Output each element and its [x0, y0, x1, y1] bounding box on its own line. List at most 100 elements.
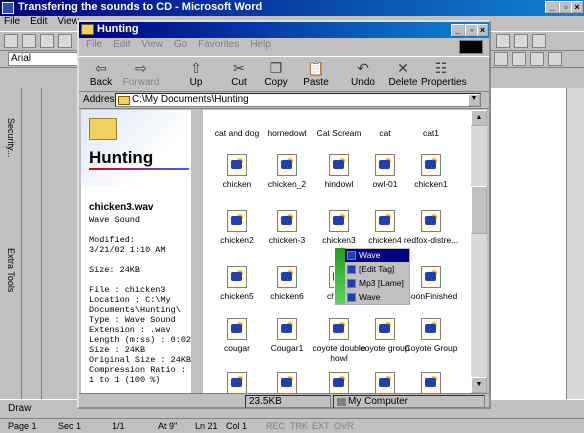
file-item[interactable]: Coyote Group [399, 318, 463, 353]
explorer-title-bar[interactable]: Hunting _ ▫ × [79, 22, 489, 38]
properties-button[interactable]: ☷ Properties [421, 59, 467, 91]
title-divider [89, 168, 189, 170]
menu-favorites[interactable]: Favorites [198, 39, 239, 50]
border-icon[interactable] [548, 52, 562, 66]
wave-file-icon [277, 318, 297, 340]
wave-file-icon [227, 266, 247, 288]
status-zone-text: My Computer [348, 396, 409, 407]
ctx-item-label: [Edit Tag] [359, 264, 395, 274]
mp3-icon [347, 279, 356, 288]
file-item[interactable]: coyote1howl [399, 372, 463, 393]
copy-icon: ❐ [269, 60, 283, 76]
address-bar: Address C:\My Documents\Hunting ▼ [79, 92, 489, 109]
toolbar-label: Delete [388, 77, 418, 88]
scroll-down-button[interactable]: ▼ [471, 377, 487, 393]
indent-icon[interactable] [530, 52, 544, 66]
address-value: C:\My Documents\Hunting [132, 94, 249, 105]
ctx-item-wave[interactable]: Wave [345, 249, 409, 262]
word-menu-view[interactable]: View [57, 16, 79, 27]
cut-button[interactable]: ✂ Cut [219, 59, 259, 91]
back-button[interactable]: ⇦ Back [81, 59, 121, 91]
status-size: 23.5KB [245, 395, 331, 408]
status-rec[interactable]: REC [266, 421, 285, 431]
extra-tools-label[interactable]: Extra Tools [6, 248, 16, 292]
undo-button[interactable]: ↶ Undo [343, 59, 383, 91]
word-menu-edit[interactable]: Edit [30, 16, 47, 27]
toolbar-label: Paste [303, 77, 329, 88]
toolbar-label: Back [89, 77, 113, 88]
print-icon[interactable] [58, 34, 72, 48]
copy-button[interactable]: ❐ Copy [256, 59, 296, 91]
new-doc-icon[interactable] [4, 34, 18, 48]
align-icon[interactable] [494, 52, 508, 66]
status-pos: 1/1 [112, 421, 125, 431]
wave-icon [347, 251, 356, 260]
scroll-up-button[interactable]: ▲ [471, 110, 487, 126]
wave-file-icon [421, 266, 441, 288]
chevron-down-icon[interactable]: ▼ [468, 94, 480, 106]
ctx-item-label: Mp3 [Lame] [359, 278, 404, 288]
open-icon[interactable] [22, 34, 36, 48]
status-ovr[interactable]: OVR [334, 421, 354, 431]
security-label[interactable]: Security... [6, 118, 16, 157]
file-name: chicken-3 [268, 235, 306, 245]
word-font-select[interactable]: Arial [8, 52, 78, 66]
delete-button[interactable]: ✕ Delete [383, 59, 423, 91]
file-name: chicken2 [220, 235, 254, 245]
toolbar-label: Cut [231, 77, 247, 88]
forward-button[interactable]: ⇨ Forward [121, 59, 161, 91]
word-minimize-button[interactable]: _ [545, 1, 559, 13]
ctx-item-wave-2[interactable]: Wave [345, 291, 409, 304]
context-menu: Wave [Edit Tag] Mp3 [Lame] Wave [334, 247, 410, 305]
columns-icon[interactable] [514, 34, 528, 48]
word-close-button[interactable]: × [571, 1, 583, 13]
wave-file-icon [375, 372, 395, 393]
list-icon[interactable] [512, 52, 526, 66]
wave-file-icon [329, 210, 349, 232]
word-status-bar: Page 1 Sec 1 1/1 At 9" Ln 21 Col 1 REC T… [0, 418, 584, 433]
file-name: chicken1 [414, 179, 448, 189]
file-name: hindowl [324, 179, 354, 189]
info-pane-scrollbar[interactable] [191, 110, 203, 393]
menu-file[interactable]: File [86, 39, 102, 50]
file-name: chicken6 [270, 291, 304, 301]
status-trk[interactable]: TRK [290, 421, 308, 431]
toolbar-label: Copy [264, 77, 288, 88]
status-col: Col 1 [226, 421, 248, 431]
menu-go[interactable]: Go [174, 39, 187, 50]
word-title-text: Transfering the sounds to CD - Microsoft… [18, 1, 263, 13]
menu-help[interactable]: Help [250, 39, 271, 50]
file-list-scrollbar[interactable]: ▲ ▼ [471, 110, 487, 393]
back-arrow-icon: ⇦ [95, 60, 107, 76]
up-button[interactable]: ⇧ Up [176, 59, 216, 91]
file-item[interactable]: redfox-distre... [399, 210, 463, 245]
forward-arrow-icon: ⇨ [135, 60, 147, 76]
menu-edit[interactable]: Edit [113, 39, 130, 50]
draw-menu[interactable]: Draw [8, 403, 31, 414]
address-input[interactable]: C:\My Documents\Hunting ▼ [115, 93, 481, 107]
word-menu-file[interactable]: File [4, 16, 20, 27]
minimize-button[interactable]: _ [451, 24, 465, 36]
file-name: chicken3 [322, 235, 356, 245]
wave-file-icon [375, 318, 395, 340]
scroll-thumb[interactable] [471, 186, 487, 234]
word-app-icon [2, 2, 14, 14]
ctx-item-edit-tag[interactable]: [Edit Tag] [345, 263, 409, 276]
word-left-toolbar-2 [22, 88, 42, 408]
file-item[interactable]: cat1 [399, 128, 463, 138]
word-vertical-scrollbar[interactable] [566, 88, 584, 408]
save-icon[interactable] [40, 34, 54, 48]
table-icon[interactable] [496, 34, 510, 48]
wave-file-icon [227, 210, 247, 232]
ctx-item-mp3[interactable]: Mp3 [Lame] [345, 277, 409, 290]
close-button[interactable]: × [477, 24, 488, 36]
drawing-icon[interactable] [532, 34, 546, 48]
file-item[interactable]: chicken1 [399, 154, 463, 189]
menu-view[interactable]: View [141, 39, 163, 50]
status-at: At 9" [158, 421, 178, 431]
explorer-toolbar: ⇦ Back ⇨ Forward ⇧ Up ✂ Cut ❐ Copy 📋 Paste ↶ Undo ✕ Del… [79, 56, 489, 92]
status-ext[interactable]: EXT [312, 421, 330, 431]
properties-icon: ☷ [434, 60, 448, 76]
paste-button[interactable]: 📋 Paste [296, 59, 336, 91]
wave-icon [347, 293, 356, 302]
